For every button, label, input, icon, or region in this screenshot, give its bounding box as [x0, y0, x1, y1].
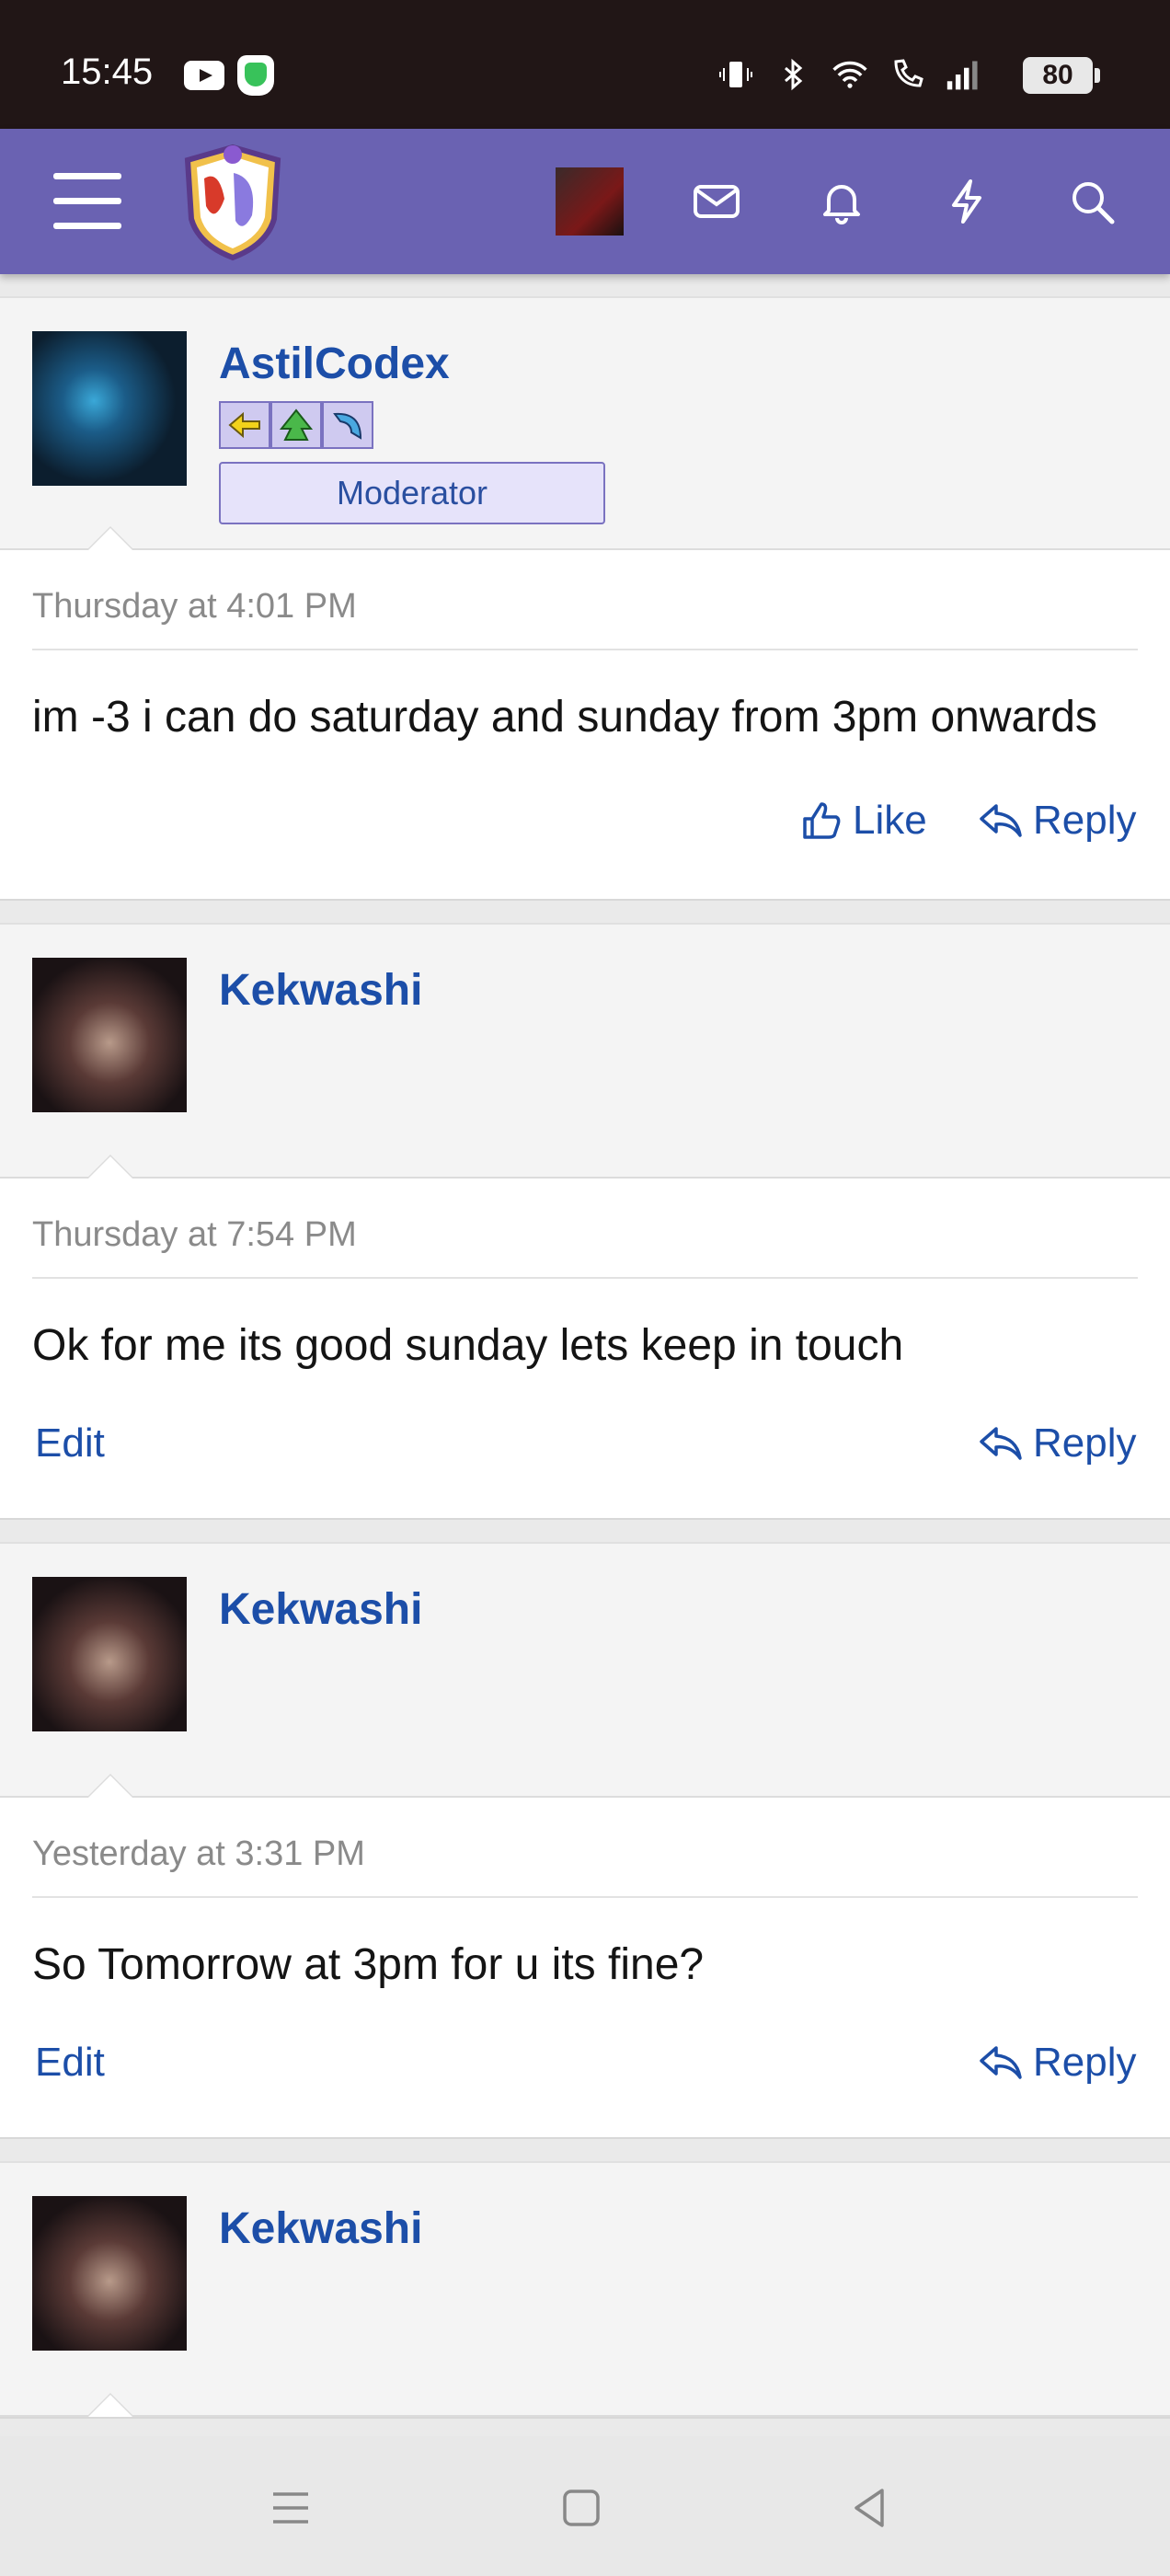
edit-button[interactable]: Edit — [35, 1420, 105, 1466]
user-role-banner: Moderator — [219, 462, 605, 524]
post-actions: Edit Reply — [32, 1380, 1138, 1518]
post-message: im -3 i can do saturday and sunday from … — [32, 693, 1097, 742]
post-body: Yesterday at 3:31 PM So Tomorrow at 3pm … — [0, 1798, 1170, 2137]
post: Kekwashi Thursday at 7:54 PM Ok for me i… — [0, 923, 1170, 1520]
like-button[interactable]: Like — [799, 798, 927, 844]
post-user-header: Kekwashi — [0, 2161, 1170, 2417]
search-button[interactable] — [1060, 169, 1124, 234]
site-logo[interactable] — [178, 142, 287, 263]
post: Kekwashi Yesterday at 3:31 PM So Tomorro… — [0, 1542, 1170, 2139]
post-date[interactable]: Thursday at 7:54 PM — [32, 1179, 1138, 1279]
reply-label: Reply — [1033, 1420, 1137, 1466]
menu-line-icon — [53, 198, 121, 204]
badge-icon[interactable] — [219, 401, 270, 449]
search-icon — [1072, 182, 1115, 224]
app-header — [0, 129, 1170, 274]
reply-button[interactable]: Reply — [978, 1420, 1137, 1466]
back-button[interactable] — [843, 2480, 898, 2536]
system-navigation-bar — [0, 2436, 1170, 2576]
edit-label: Edit — [35, 1420, 105, 1466]
edit-button[interactable]: Edit — [35, 2040, 105, 2086]
avatar[interactable] — [32, 958, 187, 1112]
post-message: So Tomorrow at 3pm for u its fine? — [32, 1940, 705, 1989]
post-user-header: Kekwashi — [0, 1542, 1170, 1798]
recents-icon — [273, 2492, 308, 2524]
status-time: 15:45 — [61, 52, 154, 92]
edit-label: Edit — [35, 2040, 105, 2085]
username[interactable]: Kekwashi — [219, 965, 422, 1016]
bluetooth-icon — [774, 56, 811, 93]
post-body: Thursday at 7:54 PM Ok for me its good s… — [0, 1179, 1170, 1518]
recent-apps-button[interactable] — [263, 2480, 318, 2536]
lightning-icon — [952, 179, 981, 224]
post-actions: Edit Reply — [32, 1999, 1138, 2137]
reply-button[interactable]: Reply — [978, 798, 1137, 844]
post-user-header: AstilCodex Moderator — [0, 296, 1170, 550]
like-label: Like — [853, 798, 927, 843]
menu-line-icon — [53, 223, 121, 229]
username[interactable]: Kekwashi — [219, 2203, 422, 2254]
reply-arrow-icon — [980, 1427, 1022, 1460]
post-message: Ok for me its good sunday lets keep in t… — [32, 1321, 904, 1370]
reply-arrow-icon — [980, 2046, 1022, 2079]
shield-notification-icon — [237, 55, 274, 96]
wifi-call-icon — [889, 56, 925, 93]
username[interactable]: Kekwashi — [219, 1584, 422, 1635]
reply-label: Reply — [1033, 2040, 1137, 2085]
badge-icon[interactable] — [270, 401, 322, 449]
username[interactable]: AstilCodex — [219, 339, 450, 389]
post: Kekwashi — [0, 2161, 1170, 2419]
youtube-notification-icon — [184, 61, 224, 90]
vibrate-icon — [717, 56, 754, 93]
back-triangle-icon — [855, 2489, 884, 2527]
menu-button[interactable] — [53, 173, 121, 230]
thumbs-up-icon — [803, 802, 841, 839]
reply-button[interactable]: Reply — [978, 2040, 1137, 2086]
post-user-header: Kekwashi — [0, 923, 1170, 1179]
bell-icon — [823, 185, 860, 224]
trophy-badges — [219, 401, 373, 449]
post-date[interactable]: Thursday at 4:01 PM — [32, 550, 1138, 650]
user-avatar[interactable] — [556, 167, 624, 236]
avatar[interactable] — [32, 331, 187, 486]
inbox-button[interactable] — [684, 169, 749, 234]
alerts-button[interactable] — [809, 169, 874, 234]
post: AstilCodex Moderator Thursday at 4:01 PM… — [0, 296, 1170, 901]
avatar[interactable] — [32, 2196, 187, 2351]
home-button[interactable] — [554, 2480, 609, 2536]
battery-indicator: 80 — [1023, 57, 1100, 94]
reply-arrow-icon — [980, 804, 1022, 837]
home-square-icon — [563, 2490, 600, 2526]
whats-new-button[interactable] — [935, 169, 999, 234]
reply-label: Reply — [1033, 798, 1137, 843]
menu-line-icon — [53, 173, 121, 179]
status-icons — [717, 52, 982, 98]
status-bar: 15:45 80 — [0, 0, 1170, 129]
post-actions: Like Reply — [32, 752, 1138, 899]
thread: AstilCodex Moderator Thursday at 4:01 PM… — [0, 296, 1170, 2441]
wifi-icon — [832, 56, 868, 93]
post-body: Thursday at 4:01 PM im -3 i can do satur… — [0, 550, 1170, 899]
avatar[interactable] — [32, 1577, 187, 1731]
signal-icon — [946, 56, 982, 93]
post-date[interactable]: Yesterday at 3:31 PM — [32, 1798, 1138, 1898]
badge-icon[interactable] — [322, 401, 373, 449]
mail-icon — [694, 185, 740, 218]
